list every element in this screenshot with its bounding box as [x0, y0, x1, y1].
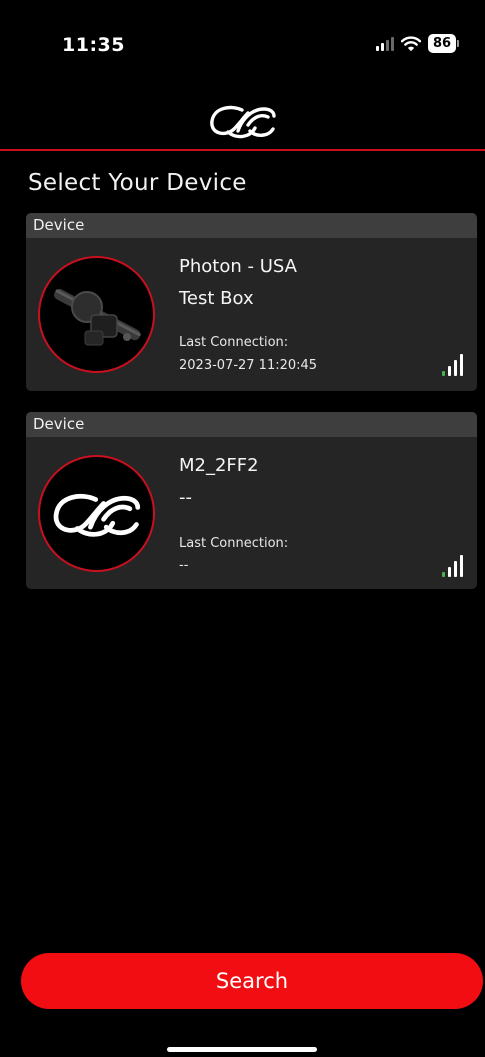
battery-icon: 86	[428, 34, 459, 53]
status-icons: 86	[376, 34, 459, 53]
home-indicator[interactable]	[167, 1047, 317, 1052]
card-section-label: Device	[26, 213, 477, 238]
wifi-icon	[401, 36, 421, 51]
cycling-brand-logo-icon	[210, 105, 276, 139]
page-title: Select Your Device	[28, 170, 247, 196]
status-time: 11:35	[62, 34, 125, 56]
device-subtitle: --	[179, 487, 192, 508]
last-connection-value: 2023-07-27 11:20:45	[179, 358, 318, 373]
search-button[interactable]: Search	[21, 953, 483, 1009]
device-card[interactable]: Device M2_2FF2 -- Last Connection: --	[26, 412, 477, 589]
last-connection-label: Last Connection:	[179, 536, 289, 551]
last-connection-label: Last Connection:	[179, 335, 289, 350]
battery-level: 86	[428, 34, 456, 53]
status-bar: 11:35 86	[0, 0, 485, 90]
device-name: Photon - USA	[179, 256, 297, 277]
device-card[interactable]: Device Photon - USA Test Box Last Connec…	[26, 213, 477, 391]
device-subtitle: Test Box	[179, 288, 254, 309]
last-connection-value: --	[179, 558, 189, 573]
card-section-label: Device	[26, 412, 477, 437]
signal-strength-icon	[442, 555, 463, 577]
app-header	[0, 95, 485, 151]
signal-strength-icon	[442, 354, 463, 376]
bike-crank-motor-image	[38, 256, 155, 373]
cellular-signal-icon	[376, 36, 394, 51]
device-name: M2_2FF2	[179, 455, 259, 476]
brand-logo-image	[38, 455, 155, 572]
